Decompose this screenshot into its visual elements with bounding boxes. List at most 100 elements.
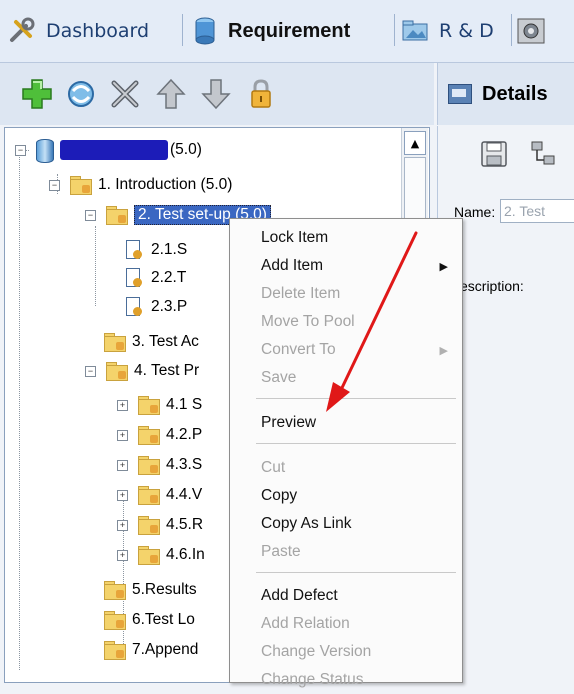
tree-node[interactable]: + 4.4.V xyxy=(117,482,202,508)
folder-icon xyxy=(104,361,128,381)
settings-icon xyxy=(516,16,546,46)
collapse-toggle[interactable]: − xyxy=(85,209,96,221)
folder-icon xyxy=(136,455,160,475)
tree-node-label: 2.1.S xyxy=(151,241,188,258)
folder-icon xyxy=(102,580,126,600)
menu-item-copy[interactable]: Copy xyxy=(230,482,462,510)
tree-connector xyxy=(19,150,20,670)
tab-requirement[interactable]: Requirement xyxy=(190,0,350,62)
tree-node[interactable]: − 1. Introduction (5.0) xyxy=(49,172,232,198)
submenu-arrow-icon: ▶ xyxy=(439,260,448,273)
tree-node[interactable]: 7.Append xyxy=(102,637,198,663)
add-button[interactable] xyxy=(20,77,54,111)
move-down-button[interactable] xyxy=(199,77,233,111)
menu-item-move-to-pool: Move To Pool xyxy=(230,308,462,336)
menu-item-label: Copy xyxy=(261,487,298,504)
tree-node[interactable]: + 4.5.R xyxy=(117,512,203,538)
tree-connector xyxy=(95,226,96,306)
tree-node-label: 4.1 S xyxy=(166,396,203,413)
tree-toolbar xyxy=(0,63,434,125)
details-icon xyxy=(448,84,472,104)
expand-toggle[interactable]: + xyxy=(117,459,128,471)
menu-item-label: Delete Item xyxy=(261,285,341,302)
tree-node[interactable]: + 4.2.P xyxy=(117,422,202,448)
redacted-project-name xyxy=(60,140,168,160)
folder-icon xyxy=(136,485,160,505)
expand-toggle[interactable]: + xyxy=(117,399,128,411)
menu-item-change-version: Change Version xyxy=(230,638,462,666)
menu-item-label: Copy As Link xyxy=(261,515,352,532)
folder-icon xyxy=(136,545,160,565)
tree-node-label: 7.Append xyxy=(132,641,199,658)
tree-node-label: 1. Introduction (5.0) xyxy=(98,176,233,193)
menu-item-label: Add Defect xyxy=(261,587,338,604)
tree-node[interactable]: 2.3.P xyxy=(123,294,187,320)
floppy-disk-icon xyxy=(481,141,507,167)
tree-node[interactable]: 2.1.S xyxy=(123,237,187,263)
tree-node-label: 4.6.In xyxy=(166,546,205,563)
tree-node-label: 2.2.T xyxy=(151,269,187,286)
tree-node[interactable]: − 4. Test Pr xyxy=(85,358,199,384)
requirement-icon xyxy=(123,239,145,261)
scroll-up-button[interactable]: ▲ xyxy=(404,131,426,155)
folder-icon xyxy=(136,395,160,415)
lock-button[interactable] xyxy=(244,77,278,111)
name-field[interactable]: 2. Test xyxy=(500,199,574,223)
tab-dashboard[interactable]: Dashboard xyxy=(8,0,149,62)
menu-separator xyxy=(256,572,456,573)
expand-toggle[interactable]: + xyxy=(117,519,128,531)
requirement-icon xyxy=(123,296,145,318)
menu-item-add-defect[interactable]: Add Defect xyxy=(230,582,462,610)
tab-rnd[interactable]: R & D xyxy=(401,0,494,62)
expand-toggle[interactable]: + xyxy=(117,489,128,501)
description-label: escription: xyxy=(460,278,524,294)
folder-icon xyxy=(102,640,126,660)
collapse-toggle[interactable]: − xyxy=(85,365,96,377)
tree-node[interactable]: 5.Results xyxy=(102,577,197,603)
tree-node-label: 4.3.S xyxy=(166,456,203,473)
details-panel-header: Details xyxy=(437,63,574,125)
menu-item-add-relation: Add Relation xyxy=(230,610,462,638)
hierarchy-icon xyxy=(531,141,555,165)
menu-item-lock-item[interactable]: Lock Item xyxy=(230,224,462,252)
menu-item-add-item[interactable]: Add Item ▶ xyxy=(230,252,462,280)
menu-item-delete-item: Delete Item xyxy=(230,280,462,308)
folder-icon xyxy=(102,332,126,352)
collapse-toggle[interactable]: − xyxy=(15,144,26,156)
tab-requirement-label: Requirement xyxy=(228,19,351,42)
refresh-button[interactable] xyxy=(64,77,98,111)
tree-node[interactable]: 2.2.T xyxy=(123,265,186,291)
menu-item-convert-to: Convert To ▶ xyxy=(230,336,462,364)
menu-item-paste: Paste xyxy=(230,538,462,566)
tree-node[interactable]: + 4.3.S xyxy=(117,452,202,478)
menu-item-copy-as-link[interactable]: Copy As Link xyxy=(230,510,462,538)
details-title: Details xyxy=(482,82,548,105)
tree-root[interactable]: − (5.0) xyxy=(15,137,202,163)
arrow-up-icon: ▲ xyxy=(410,136,420,150)
delete-button[interactable] xyxy=(108,77,142,111)
menu-item-label: Change Status xyxy=(261,671,364,688)
tree-node-label: 6.Test Lo xyxy=(132,611,195,628)
menu-item-label: Move To Pool xyxy=(261,313,355,330)
add-icon xyxy=(22,79,52,109)
menu-item-preview[interactable]: Preview xyxy=(230,409,462,437)
expand-toggle[interactable]: + xyxy=(117,549,128,561)
tree-node[interactable]: 6.Test Lo xyxy=(102,607,195,633)
move-up-button[interactable] xyxy=(154,77,188,111)
collapse-toggle[interactable]: − xyxy=(49,179,60,191)
tab-next[interactable] xyxy=(516,0,554,62)
tree-node[interactable]: 3. Test Ac xyxy=(102,329,199,355)
tab-divider xyxy=(394,14,395,46)
main-tab-bar: Dashboard Requirement R & D xyxy=(0,0,574,63)
menu-item-label: Save xyxy=(261,369,297,386)
tree-node-label: 4.2.P xyxy=(166,426,203,443)
menu-item-change-status: Change Status xyxy=(230,666,462,694)
tree-node[interactable]: + 4.1 S xyxy=(117,392,202,418)
tree-node-label: 4.5.R xyxy=(166,516,204,533)
tab-rnd-label: R & D xyxy=(439,20,494,42)
expand-toggle[interactable]: + xyxy=(117,429,128,441)
tree-node[interactable]: + 4.6.In xyxy=(117,542,205,568)
save-button[interactable] xyxy=(478,138,510,170)
database-icon xyxy=(34,137,54,163)
hierarchy-button[interactable] xyxy=(528,138,560,170)
